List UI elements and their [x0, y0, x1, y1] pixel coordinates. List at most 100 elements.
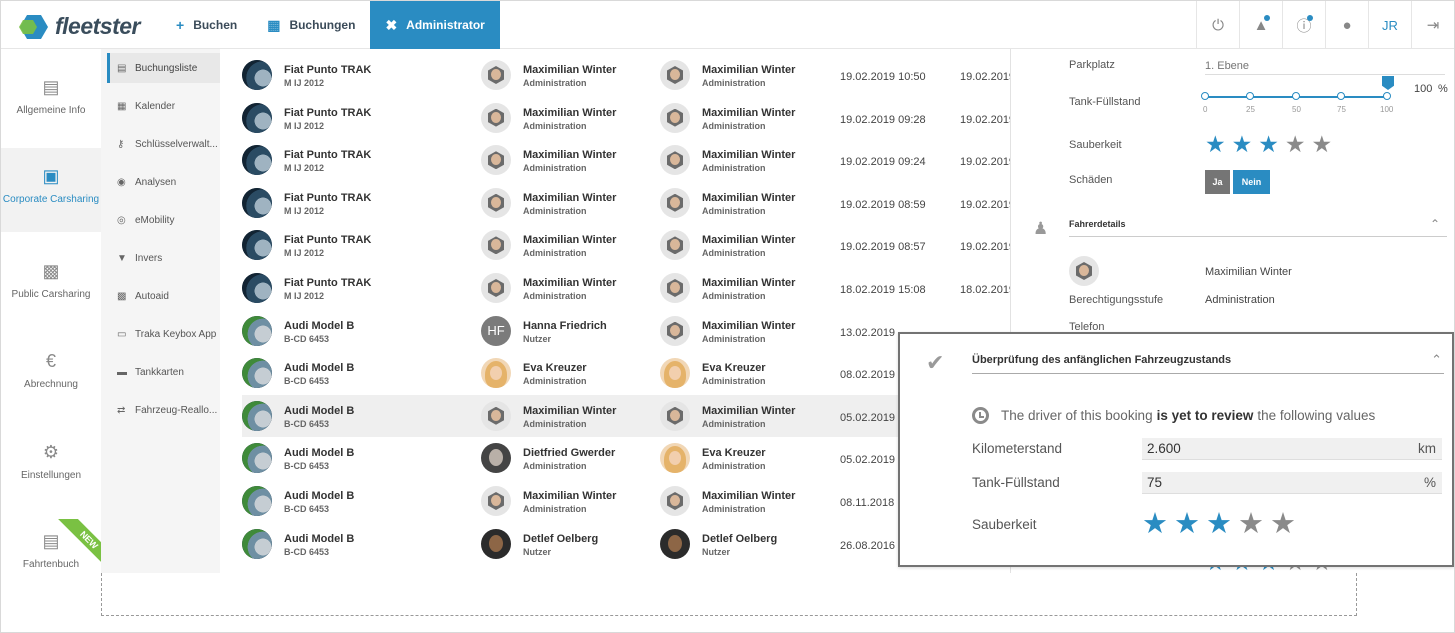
- booking-row[interactable]: Audi Model B B-CD 6453 Maximilian Winter Ad…: [242, 394, 1010, 437]
- booking-row[interactable]: Fiat Punto TRAK M IJ 2012 Maximilian Winte…: [242, 267, 1010, 309]
- booker-name: Eva Kreuzer: [523, 362, 587, 375]
- plus-icon: +: [176, 17, 185, 33]
- booking-row[interactable]: Fiat Punto TRAK M IJ 2012 Maximilian Winte…: [242, 97, 1010, 139]
- star-empty-icon: ★: [1284, 131, 1306, 157]
- submenu-item-analysen[interactable]: ◉ Analysen: [107, 167, 220, 197]
- vehicle-name: Audi Model B: [284, 447, 355, 460]
- driver-name: Maximilian Winter: [702, 64, 796, 76]
- booking-row[interactable]: Fiat Punto TRAK M IJ 2012 Maximilian Winte…: [242, 139, 1010, 181]
- sidebar-item-label: Allgemeine Info: [16, 105, 86, 116]
- invers-icon: ▼: [117, 252, 127, 264]
- vehicle-avatar: [242, 230, 272, 261]
- vehicle-name: Audi Model B: [284, 404, 355, 417]
- booking-row[interactable]: Fiat Punto TRAK M IJ 2012 Maximilian Winte…: [242, 224, 1010, 266]
- booker-name: Hanna Friedrich: [523, 319, 607, 332]
- booker-name: Maximilian Winter: [523, 64, 617, 76]
- driver-avatar: [660, 358, 690, 389]
- km-field[interactable]: 2.600 km: [1142, 438, 1442, 460]
- info-button[interactable]: ⓘ: [1282, 1, 1325, 49]
- card-icon: ▬: [117, 366, 127, 378]
- driver-name: Maximilian Winter: [702, 490, 796, 502]
- review-status-text: The driver of this booking is yet to rev…: [972, 407, 1375, 424]
- parkplatz-input[interactable]: [1205, 57, 1445, 75]
- submenu-item-kalender[interactable]: ▦ Kalender: [107, 91, 220, 121]
- logout-button[interactable]: ⇥: [1411, 1, 1454, 49]
- booking-row[interactable]: Audi Model B B-CD 6453 Detlef Oelberg Nutze…: [242, 523, 1010, 565]
- booking-start: 26.08.2016: [840, 539, 896, 552]
- tank-field[interactable]: 75 %: [1142, 472, 1442, 494]
- booker-name: Maximilian Winter: [523, 404, 617, 417]
- building-car-icon: ▣: [42, 166, 60, 186]
- submenu-item-fahrzeug-reallocation[interactable]: ⇄ Fahrzeug-Reallo...: [107, 395, 220, 425]
- schaeden-ja-button[interactable]: Ja: [1205, 170, 1230, 194]
- berechtigung-label: Berechtigungsstufe: [1069, 294, 1164, 306]
- booking-row[interactable]: Audi Model B B-CD 6453 Dietfried Gwerder Ad…: [242, 437, 1010, 479]
- submenu-label: Schlüsselverwalt...: [135, 138, 218, 150]
- vehicle-plate: B-CD 6453: [284, 461, 330, 472]
- driver-role: Administration: [702, 291, 766, 301]
- submenu-item-emobility[interactable]: ◎ eMobility: [107, 205, 220, 235]
- booker-avatar: [481, 528, 511, 559]
- submenu-item-buchungsliste[interactable]: ▤ Buchungsliste: [107, 53, 220, 83]
- submenu-item-traka-keybox[interactable]: ▭ Traka Keybox App: [107, 319, 220, 349]
- new-badge: NEW: [53, 519, 101, 567]
- star-filled-icon: ★: [1205, 131, 1226, 157]
- booking-row[interactable]: Fiat Punto TRAK M IJ 2012 Maximilian Winte…: [242, 54, 1010, 96]
- booking-end: 19.02.2019: [960, 198, 1010, 211]
- logout-icon: ⇥: [1426, 17, 1440, 34]
- booking-start: 13.02.2019: [840, 326, 896, 339]
- sauberkeit-label: Sauberkeit: [972, 517, 1037, 532]
- booking-row[interactable]: Audi Model B B-CD 6453 HF Hanna Friedrich Nu…: [242, 310, 1010, 352]
- language-button[interactable]: ●: [1325, 1, 1368, 49]
- booking-row[interactable]: Fiat Punto TRAK M IJ 2012 Maximilian Winte…: [242, 182, 1010, 224]
- avatar-face: [670, 324, 680, 336]
- booking-start: 19.02.2019 09:24: [840, 156, 926, 169]
- driver-avatar: [660, 486, 690, 516]
- sidebar-item-abrechnung[interactable]: € Abrechnung: [1, 351, 101, 411]
- logo[interactable]: fleetster: [19, 13, 140, 40]
- vehicle-plate: M IJ 2012: [284, 205, 325, 216]
- avatar-face: [491, 196, 501, 208]
- vehicle-plate: B-CD 6453: [284, 546, 330, 557]
- sidebar-item-public-carsharing[interactable]: ▩ Public Carsharing: [1, 261, 101, 321]
- schaeden-nein-button[interactable]: Nein: [1233, 170, 1270, 194]
- driver-name: Maximilian Winter: [702, 191, 796, 204]
- submenu-label: Kalender: [135, 100, 176, 112]
- submenu-item-tankkarten[interactable]: ▬ Tankkarten: [107, 357, 220, 387]
- sidebar-item-allgemeine-info[interactable]: ▤ Allgemeine Info: [1, 77, 101, 137]
- vehicle-avatar: [242, 486, 272, 516]
- tank-label: Tank-Füllstand: [972, 475, 1060, 490]
- app-window: fleetster + Buchen ▦ Buchungen ✖ Adminis…: [0, 0, 1455, 633]
- driver-role: Administration: [702, 461, 766, 472]
- booker-role: Administration: [523, 376, 587, 387]
- power-icon: ⏻: [1212, 16, 1224, 34]
- berechtigung-value: Administration: [1205, 294, 1275, 306]
- collapse-chevron-icon[interactable]: ⌃: [1430, 217, 1440, 231]
- sidebar-item-label: Abrechnung: [24, 379, 78, 390]
- booking-end: 19.02.2019: [960, 71, 1010, 83]
- fahrerdetails-header[interactable]: Fahrerdetails: [1069, 219, 1447, 237]
- sauberkeit-rating[interactable]: ★ ★ ★ ★ ★: [1205, 131, 1338, 158]
- booking-row[interactable]: Audi Model B B-CD 6453 Maximilian Winter Ad…: [242, 480, 1010, 522]
- submenu-label: eMobility: [135, 214, 175, 226]
- star-empty-icon: ★: [1238, 508, 1264, 540]
- km-unit: km: [1418, 441, 1436, 456]
- collapse-chevron-icon[interactable]: ⌃: [1431, 352, 1442, 368]
- submenu-item-invers[interactable]: ▼ Invers: [107, 243, 220, 273]
- user-menu-button[interactable]: JR: [1368, 1, 1411, 49]
- reallocation-icon: ⇄: [117, 404, 126, 416]
- nav-buchungen[interactable]: ▦ Buchungen: [252, 1, 370, 49]
- tank-value[interactable]: 100: [1414, 83, 1432, 95]
- submenu-item-schluesselverwaltung[interactable]: ⚷ Schlüsselverwalt...: [107, 129, 220, 159]
- tank-value: 75: [1147, 475, 1163, 490]
- nav-buchen[interactable]: + Buchen: [161, 1, 252, 49]
- booking-row[interactable]: Audi Model B B-CD 6453 Eva Kreuzer Administ…: [242, 352, 1010, 394]
- vehicle-avatar: [242, 102, 272, 133]
- sidebar-item-einstellungen[interactable]: ⚙ Einstellungen: [1, 442, 101, 502]
- alerts-button[interactable]: ▲: [1239, 1, 1282, 49]
- power-button[interactable]: ⏻: [1196, 1, 1239, 49]
- nav-administrator[interactable]: ✖ Administrator: [370, 1, 500, 49]
- submenu-item-autoaid[interactable]: ▩ Autoaid: [107, 281, 220, 311]
- sidebar-item-corporate-carsharing[interactable]: ▣ Corporate Carsharing: [1, 148, 101, 232]
- tank-slider-thumb[interactable]: [1382, 76, 1394, 90]
